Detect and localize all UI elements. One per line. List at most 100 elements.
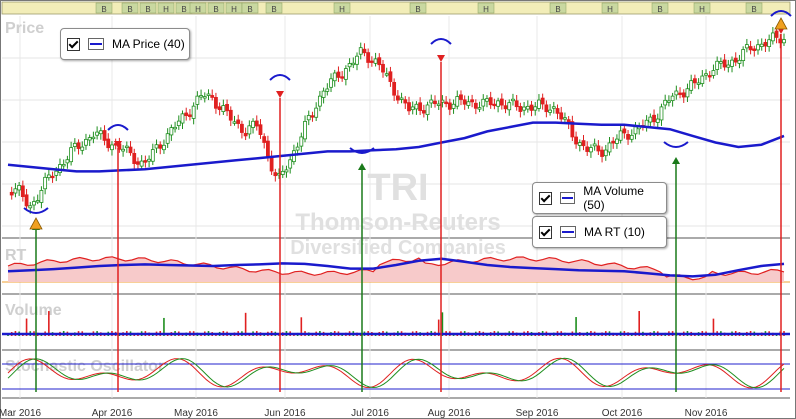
price-candle [347, 63, 352, 68]
price-candle [136, 161, 140, 165]
x-tick-label: Apr 2016 [92, 408, 133, 419]
price-candle [343, 68, 348, 80]
price-candle [718, 61, 723, 64]
price-candle [262, 136, 267, 143]
price-candle [221, 105, 226, 112]
price-candle [574, 136, 578, 145]
price-candle [462, 99, 467, 105]
price-candle [644, 119, 649, 127]
price-candle [158, 144, 163, 149]
price-candle [43, 176, 48, 190]
chart-svg: B B B H B H B H B B H B H B H B H BPriceRTVolumeStochasti… [0, 0, 796, 419]
x-tick-label: Nov 2016 [685, 408, 728, 419]
legend-ma-rt[interactable]: MA RT (10) [532, 216, 667, 248]
price-candle [563, 117, 567, 120]
legend-ma-volume[interactable]: MA Volume (50) [532, 182, 667, 214]
signal-label: B [127, 5, 132, 14]
price-candle [173, 126, 177, 130]
price-candle [615, 138, 619, 144]
ma-rt-checkbox[interactable] [539, 225, 552, 239]
price-candle [240, 123, 244, 133]
price-candle [633, 126, 638, 135]
price-candle [410, 106, 415, 111]
price-candle [559, 112, 564, 120]
price-candle [284, 169, 289, 173]
price-candle [596, 145, 601, 152]
watermark-company: Thomson-Reuters [295, 209, 500, 236]
price-candle [54, 170, 59, 176]
price-candle [670, 95, 675, 102]
price-candle [399, 97, 404, 100]
price-candle [659, 106, 664, 121]
price-candle [589, 147, 593, 153]
price-candle [607, 142, 612, 153]
ma-volume-swatch-icon [559, 192, 576, 204]
price-candle [325, 88, 330, 92]
price-candle [217, 106, 222, 111]
price-candle [269, 156, 274, 172]
signal-label: H [483, 5, 489, 14]
price-candle [110, 144, 114, 151]
ma-volume-label: MA Volume (50) [583, 184, 644, 212]
price-candle [373, 58, 378, 64]
ma-price-checkbox[interactable] [67, 37, 80, 51]
legend-ma-price[interactable]: MA Price (40) [60, 28, 190, 60]
price-candle [737, 59, 742, 64]
price-candle [782, 39, 786, 44]
price-candle [150, 149, 155, 162]
panel-title-volume: Volume [5, 302, 62, 319]
price-candle [176, 120, 181, 127]
price-candle [340, 76, 345, 79]
price-candle [214, 97, 218, 109]
price-candle [366, 52, 371, 63]
price-candle [577, 142, 582, 146]
panel-title-rt: RT [5, 247, 27, 264]
price-candle [180, 113, 185, 124]
price-candle [585, 146, 590, 152]
signal-label: H [195, 5, 201, 14]
ma-rt-swatch-icon [560, 226, 576, 238]
price-candle [254, 120, 259, 127]
price-candle [351, 62, 356, 66]
watermark-symbol: TRI [367, 167, 428, 209]
price-candle [403, 99, 408, 104]
price-candle [666, 100, 671, 103]
signal-strip [1, 1, 791, 15]
price-candle [492, 103, 497, 107]
price-candle [730, 59, 734, 67]
price-candle [600, 149, 604, 157]
price-candle [247, 125, 252, 135]
price-candle [611, 140, 616, 144]
price-candle [95, 131, 100, 136]
x-tick-label: Aug 2016 [428, 408, 471, 419]
price-candle [395, 95, 400, 101]
price-candle [20, 185, 25, 197]
price-candle [329, 78, 333, 88]
price-candle [622, 128, 627, 134]
price-candle [741, 49, 746, 61]
ma-volume-checkbox[interactable] [539, 191, 552, 205]
ma-price-label: MA Price (40) [112, 37, 185, 51]
price-candle [251, 120, 255, 128]
price-candle [503, 105, 508, 110]
price-candle [774, 30, 779, 38]
signal-label: B [213, 5, 218, 14]
price-candle [525, 105, 530, 110]
price-candle [514, 100, 519, 108]
price-candle [681, 92, 686, 98]
price-candle [72, 142, 77, 147]
price-candle [358, 47, 363, 55]
price-candle [444, 101, 449, 105]
signal-label: B [657, 5, 662, 14]
price-candle [332, 72, 337, 82]
price-candle [722, 59, 727, 68]
volume-bar [244, 312, 247, 336]
price-candle [102, 130, 107, 141]
signal-label: H [607, 5, 613, 14]
price-candle [291, 150, 296, 163]
price-candle [388, 71, 393, 82]
price-candle [466, 101, 471, 106]
price-candle [310, 115, 315, 118]
price-candle [32, 201, 36, 206]
x-tick-label: Jul 2016 [351, 408, 389, 419]
